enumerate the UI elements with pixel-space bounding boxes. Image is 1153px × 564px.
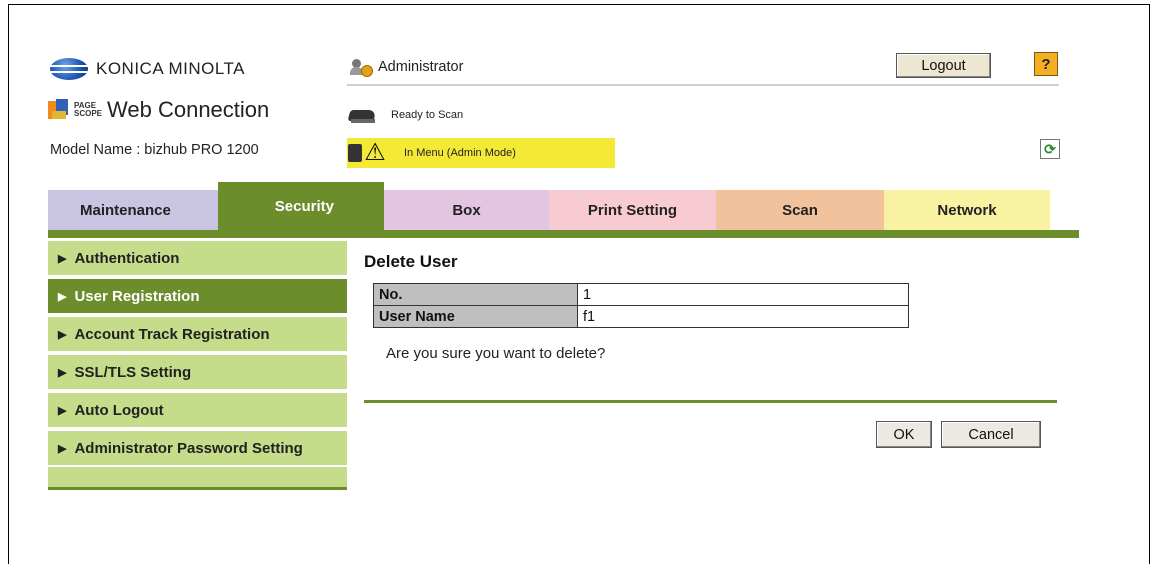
header-divider: [347, 84, 1059, 86]
arrow-right-icon: ▶: [58, 290, 67, 303]
model-name: Model Name : bizhub PRO 1200: [50, 142, 259, 158]
sidebar-footer: [48, 467, 347, 487]
tab-scan[interactable]: Scan: [716, 190, 884, 230]
refresh-icon[interactable]: ⟳: [1040, 139, 1060, 159]
tab-box[interactable]: Box: [384, 190, 549, 230]
scanner-status: Ready to Scan: [347, 106, 463, 124]
user-info-table: No. 1 User Name f1: [373, 283, 909, 328]
sidebar-item-account-track-registration[interactable]: ▶ Account Track Registration: [48, 317, 347, 353]
scanner-icon: [347, 106, 377, 124]
user-role-label: Administrator: [378, 59, 464, 75]
row-value: f1: [577, 305, 909, 328]
warning-icon: ⚠: [364, 139, 386, 166]
app-title: Web Connection: [107, 97, 270, 122]
arrow-right-icon: ▶: [58, 328, 67, 341]
brand-logo: KONICA MINOLTA: [50, 58, 245, 80]
arrow-right-icon: ▶: [58, 366, 67, 379]
user-role: Administrator: [350, 57, 463, 77]
arrow-right-icon: ▶: [58, 404, 67, 417]
tab-maintenance[interactable]: Maintenance: [48, 190, 218, 230]
sidebar-item-label: Authentication: [74, 249, 180, 267]
page-title: Delete User: [364, 252, 458, 271]
logout-button[interactable]: Logout: [896, 53, 991, 78]
konica-minolta-globe-icon: [50, 58, 88, 80]
device-icon: [348, 144, 362, 162]
row-value: 1: [577, 283, 909, 306]
brand-name: KONICA MINOLTA: [96, 59, 246, 78]
sidebar-item-label: Administrator Password Setting: [74, 439, 303, 457]
table-row: No. 1: [373, 283, 909, 306]
table-row: User Name f1: [373, 305, 909, 328]
administrator-icon: [350, 57, 373, 77]
scanner-status-text: Ready to Scan: [391, 109, 464, 121]
pagescope-wordmark: PAGE SCOPE: [74, 102, 102, 118]
mode-status-text: In Menu (Admin Mode): [404, 147, 516, 159]
sidebar-item-label: SSL/TLS Setting: [74, 363, 192, 381]
sidebar-item-label: User Registration: [74, 287, 200, 305]
sidebar-item-label: Auto Logout: [74, 401, 164, 419]
sidebar-item-user-registration[interactable]: ▶ User Registration: [48, 279, 347, 315]
tab-network[interactable]: Network: [884, 190, 1050, 230]
confirm-message: Are you sure you want to delete?: [386, 345, 606, 362]
sidebar-item-label: Account Track Registration: [74, 325, 270, 343]
sidebar-item-authentication[interactable]: ▶ Authentication: [48, 241, 347, 277]
arrow-right-icon: ▶: [58, 252, 67, 265]
sidebar-item-administrator-password-setting[interactable]: ▶ Administrator Password Setting: [48, 431, 347, 467]
ok-button[interactable]: OK: [876, 421, 932, 448]
sidebar-footer-line: [48, 487, 347, 490]
pagescope-title: PAGE SCOPE Web Connection: [48, 97, 269, 123]
pagescope-wordmark-line2: SCOPE: [74, 109, 103, 118]
cancel-button[interactable]: Cancel: [941, 421, 1041, 448]
pagescope-logo-icon: [48, 99, 70, 121]
content-divider: [364, 400, 1057, 403]
help-icon[interactable]: ?: [1034, 52, 1058, 76]
sidebar-item-auto-logout[interactable]: ▶ Auto Logout: [48, 393, 347, 429]
tab-underline: [48, 230, 1079, 238]
row-label: No.: [373, 283, 578, 306]
tab-print-setting[interactable]: Print Setting: [549, 190, 716, 230]
row-label: User Name: [373, 305, 578, 328]
arrow-right-icon: ▶: [58, 442, 67, 455]
tab-security[interactable]: Security: [218, 182, 384, 230]
sidebar-item-ssl-tls-setting[interactable]: ▶ SSL/TLS Setting: [48, 355, 347, 391]
